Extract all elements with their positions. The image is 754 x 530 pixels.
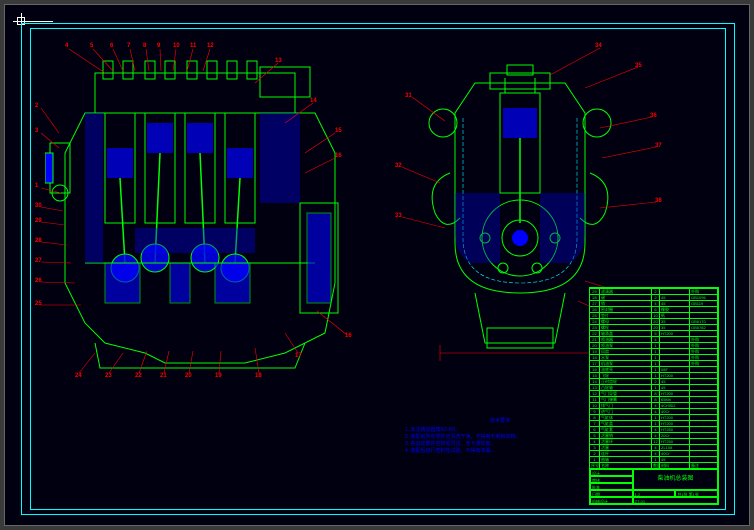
callout: 27 bbox=[35, 258, 42, 264]
callout: 29 bbox=[35, 218, 42, 224]
tb-dwg-no: ZT-01 bbox=[633, 497, 718, 504]
drawing-area: 4 5 6 7 8 9 10 11 12 13 14 15 16 2 3 1 3… bbox=[35, 33, 719, 505]
cad-canvas[interactable]: 4 5 6 7 8 9 10 11 12 13 14 15 16 2 3 1 3… bbox=[4, 4, 750, 526]
tb-main-title: 柴油机总装图 bbox=[633, 469, 718, 490]
notes-heading: 技术要求 bbox=[405, 418, 595, 425]
callout: 12 bbox=[207, 43, 214, 49]
bom-table: 序号名称数量材料备注1曲轴1452连杆440Cr3活塞4ZL1084活塞环12H… bbox=[590, 288, 718, 468]
notes-line: 4. 装配后进行密封性试验，不得有渗漏。 bbox=[405, 448, 595, 455]
tb-date-label: 日期 bbox=[590, 490, 633, 497]
callout: 9 bbox=[157, 43, 160, 49]
notes-line: 2. 装配前所有零件应清洗干净，不得有毛刺和杂物。 bbox=[405, 434, 595, 441]
tb-sheet: 共1张 第1张 bbox=[675, 490, 718, 497]
callout: 3 bbox=[35, 128, 38, 134]
technical-notes: 技术要求 1. 未注铸造圆角R3-R5。 2. 装配前所有零件应清洗干净，不得有… bbox=[405, 418, 595, 455]
tb-scale: 1:2 bbox=[633, 490, 676, 497]
engine-longitudinal-section bbox=[45, 53, 355, 373]
callout: 26 bbox=[35, 278, 42, 284]
callout: 2 bbox=[35, 103, 38, 109]
tb-drawn-label: 设计 bbox=[590, 469, 633, 476]
callout: 15 bbox=[335, 128, 342, 134]
callout: 25 bbox=[35, 301, 42, 307]
notes-line: 3. 各运动部件应转动灵活，无卡滞现象。 bbox=[405, 441, 595, 448]
title-footer: 设计 柴油机总装图 审核 批准 日期 1:2 共1张 第1张 机械设计 ZT-0… bbox=[590, 468, 718, 504]
callout: 16 bbox=[335, 153, 342, 159]
callout: 21 bbox=[160, 373, 167, 379]
callout: 23 bbox=[105, 373, 112, 379]
callout: 30 bbox=[35, 203, 42, 209]
callout: 19 bbox=[215, 373, 222, 379]
callout: 4 bbox=[65, 43, 68, 49]
callout: 35 bbox=[635, 63, 642, 69]
callout: 8 bbox=[143, 43, 146, 49]
callout: 34 bbox=[595, 43, 602, 49]
callout: 6 bbox=[110, 43, 113, 49]
tb-checked-label: 审核 bbox=[590, 476, 633, 483]
callout: 31 bbox=[405, 93, 412, 99]
callout: 16 bbox=[345, 333, 352, 339]
callout: 37 bbox=[655, 143, 662, 149]
callout: 24 bbox=[75, 373, 82, 379]
callout: 14 bbox=[310, 98, 317, 104]
callout: 22 bbox=[135, 373, 142, 379]
callout: 10 bbox=[173, 43, 180, 49]
callout: 1 bbox=[35, 183, 38, 189]
callout: 36 bbox=[650, 113, 657, 119]
callout: 20 bbox=[185, 373, 192, 379]
callout: 32 bbox=[395, 163, 402, 169]
notes-line: 1. 未注铸造圆角R3-R5。 bbox=[405, 427, 595, 434]
callout: 5 bbox=[90, 43, 93, 49]
callout: 38 bbox=[655, 198, 662, 204]
title-block: 序号名称数量材料备注1曲轴1452连杆440Cr3活塞4ZL1084活塞环12H… bbox=[589, 287, 719, 505]
callout: 33 bbox=[395, 213, 402, 219]
callout: 18 bbox=[255, 373, 262, 379]
tb-approved-label: 批准 bbox=[590, 483, 633, 490]
callout: 11 bbox=[190, 43, 196, 49]
tb-org: 机械设计 bbox=[590, 497, 633, 504]
callout: 13 bbox=[275, 58, 282, 64]
callout: 28 bbox=[35, 238, 42, 244]
callout: 7 bbox=[127, 43, 130, 49]
callout: 17 bbox=[295, 353, 302, 359]
